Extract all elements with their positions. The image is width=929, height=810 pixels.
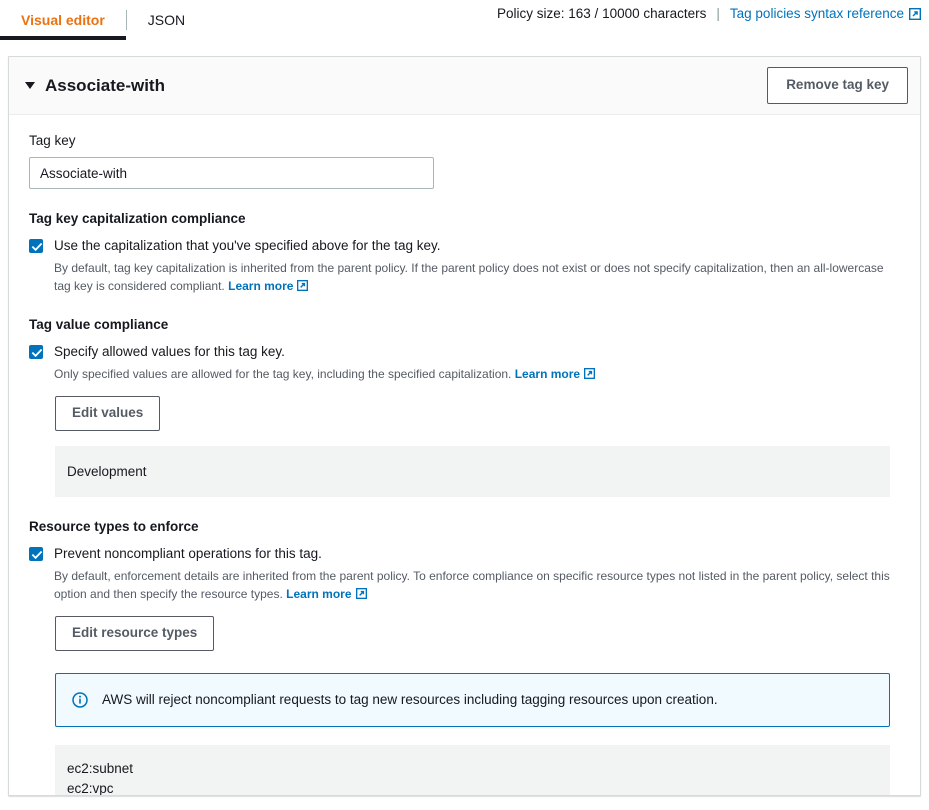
tab-json[interactable]: JSON (127, 0, 206, 40)
tag-value-checkbox-label: Specify allowed values for this tag key. (54, 343, 596, 361)
resource-types-heading: Resource types to enforce (29, 519, 900, 534)
tag-value-description: Only specified values are allowed for th… (54, 365, 596, 383)
external-link-icon (909, 8, 921, 20)
resource-types-description: By default, enforcement details are inhe… (54, 567, 899, 603)
external-link-icon (356, 588, 368, 600)
editor-topbar: Visual editor JSON Policy size: 163 / 10… (0, 0, 929, 40)
external-link-icon (297, 280, 309, 292)
list-item: ec2:vpc (67, 779, 878, 796)
capitalization-checkbox[interactable] (29, 239, 43, 253)
resource-types-learn-more-label: Learn more (286, 585, 351, 603)
tag-value-check-row: Specify allowed values for this tag key.… (29, 343, 900, 383)
enforcement-info-alert: AWS will reject noncompliant requests to… (55, 673, 890, 727)
external-link-icon (584, 368, 596, 380)
capitalization-checkbox-label: Use the capitalization that you've speci… (54, 237, 899, 255)
tab-visual-editor[interactable]: Visual editor (0, 0, 126, 40)
caret-down-icon[interactable] (25, 82, 35, 89)
tab-json-label: JSON (148, 12, 185, 28)
alert-message: AWS will reject noncompliant requests to… (102, 692, 718, 707)
syntax-reference-label: Tag policies syntax reference (730, 6, 904, 21)
page-title: Associate-with (45, 76, 165, 96)
list-item: Development (67, 462, 878, 482)
capitalization-heading: Tag key capitalization compliance (29, 211, 900, 226)
capitalization-check-row: Use the capitalization that you've speci… (29, 237, 900, 295)
tag-key-card: Associate-with Remove tag key Tag key Ta… (8, 56, 921, 796)
topbar-separator: | (716, 6, 720, 21)
resource-types-checkbox-label: Prevent noncompliant operations for this… (54, 545, 899, 563)
edit-values-button[interactable]: Edit values (55, 396, 160, 430)
card-body: Tag key Tag key capitalization complianc… (9, 115, 920, 796)
card-header-left: Associate-with (25, 76, 165, 96)
topbar-right-group: Policy size: 163 / 10000 characters | Ta… (497, 6, 921, 21)
tag-key-input[interactable] (29, 157, 434, 189)
capitalization-description: By default, tag key capitalization is in… (54, 259, 899, 295)
tag-key-label: Tag key (29, 133, 900, 148)
resource-types-learn-more-link[interactable]: Learn more (286, 585, 367, 603)
tab-visual-editor-label: Visual editor (21, 12, 105, 28)
tag-value-description-text: Only specified values are allowed for th… (54, 367, 511, 381)
capitalization-learn-more-link[interactable]: Learn more (228, 277, 309, 295)
card-header: Associate-with Remove tag key (9, 57, 920, 115)
resource-types-check-row: Prevent noncompliant operations for this… (29, 545, 900, 603)
remove-tag-key-button[interactable]: Remove tag key (767, 67, 908, 103)
tag-value-heading: Tag value compliance (29, 317, 900, 332)
resource-types-checkbox[interactable] (29, 547, 43, 561)
info-circle-icon (72, 692, 88, 708)
policy-size-text: Policy size: 163 / 10000 characters (497, 6, 706, 21)
list-item: ec2:subnet (67, 759, 878, 779)
allowed-values-list: Development (55, 446, 890, 498)
tag-policies-syntax-reference-link[interactable]: Tag policies syntax reference (730, 6, 921, 21)
tag-value-learn-more-link[interactable]: Learn more (515, 365, 596, 383)
capitalization-description-text: By default, tag key capitalization is in… (54, 261, 884, 293)
editor-tabs: Visual editor JSON (0, 0, 206, 40)
tag-value-learn-more-label: Learn more (515, 365, 580, 383)
edit-resource-types-button[interactable]: Edit resource types (55, 616, 214, 650)
resource-types-description-text: By default, enforcement details are inhe… (54, 569, 890, 601)
tag-value-checkbox[interactable] (29, 345, 43, 359)
capitalization-learn-more-label: Learn more (228, 277, 293, 295)
resource-types-list: ec2:subnet ec2:vpc (55, 745, 890, 796)
